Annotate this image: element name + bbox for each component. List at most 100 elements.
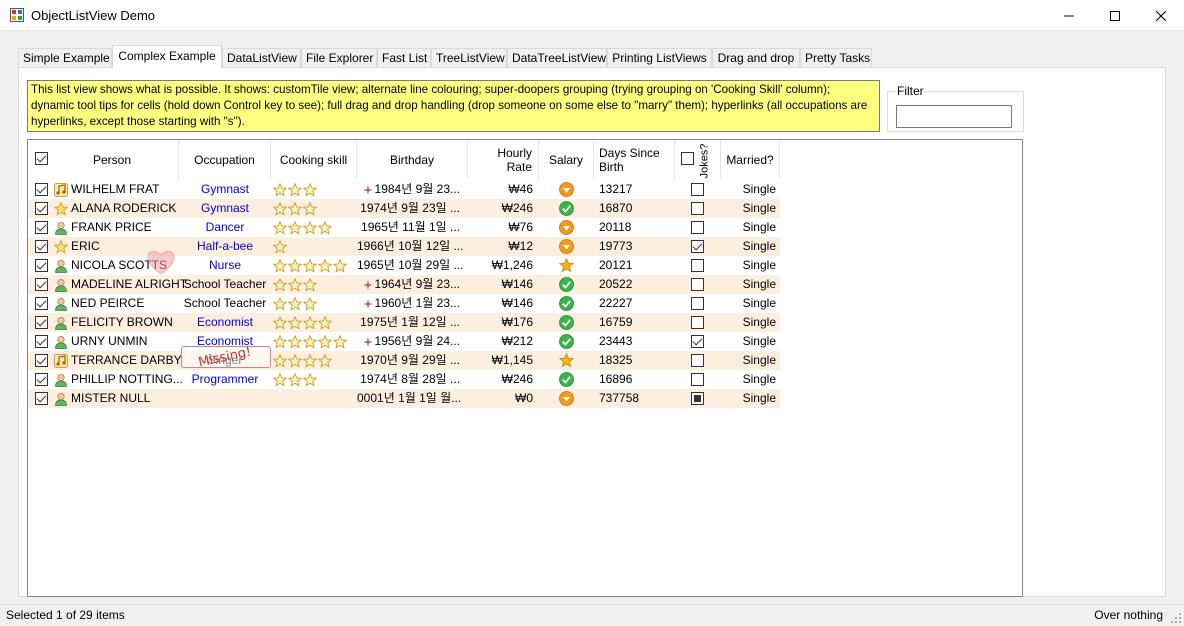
maximize-button[interactable] [1092, 0, 1138, 31]
table-row[interactable]: MISTER NULL 0001년 1월 1일 월... ₩0 737758 Singl… [28, 389, 780, 408]
cell-occupation[interactable]: Gymnast [179, 199, 271, 218]
object-list-view[interactable]: Person Occupation Cooking skill Birthday… [27, 139, 1023, 597]
jokes-checkbox[interactable] [691, 240, 704, 253]
column-header-person[interactable]: Person [28, 140, 179, 179]
star-icon [317, 353, 333, 368]
cell-occupation[interactable]: Nurse [179, 256, 271, 275]
star-icon [272, 372, 288, 387]
column-header-salary[interactable]: Salary [539, 140, 594, 179]
cell-occupation[interactable]: Gymnast [179, 180, 271, 199]
row-checkbox[interactable] [35, 259, 48, 272]
tab-pretty-tasks[interactable]: Pretty Tasks [800, 48, 872, 68]
jokes-checkbox[interactable] [691, 221, 704, 234]
cell-hourly-rate: ₩76 [508, 220, 533, 234]
tab-datatreelistview[interactable]: DataTreeListView [507, 48, 607, 68]
person-icon [55, 297, 67, 311]
tab-simple-example[interactable]: Simple Example [18, 48, 112, 68]
cell-occupation[interactable]: Programmer [179, 370, 271, 389]
jokes-checkbox[interactable] [691, 202, 704, 215]
close-button[interactable] [1138, 0, 1184, 31]
table-row[interactable]: PHILLIP NOTTING... Programmer 1974년 8월 28일… [28, 370, 780, 389]
table-row[interactable]: MADELINE ALRIGHT School Teacher 1964년 9월 2… [28, 275, 780, 294]
table-row[interactable]: FRANK PRICE Dancer 1965년 11월 1일 ... ₩76 2011… [28, 218, 780, 237]
column-header-cooking-skill[interactable]: Cooking skill [271, 140, 357, 179]
tab-treelistview[interactable]: TreeListView [431, 48, 507, 68]
row-checkbox[interactable] [35, 392, 48, 405]
filter-input[interactable] [896, 105, 1012, 128]
table-row[interactable]: TERRANCE DARBYSinger1970년 9월 29일 ...₩1,1… [28, 351, 780, 370]
cell-salary [539, 275, 594, 294]
minimize-icon [1064, 15, 1074, 16]
cell-salary [539, 237, 594, 256]
column-header-birthday[interactable]: Birthday [357, 140, 468, 179]
tab-datalistview[interactable]: DataListView [222, 48, 301, 68]
cell-occupation[interactable]: Economist [179, 313, 271, 332]
column-header-married[interactable]: Married? [721, 140, 780, 179]
jokes-checkbox[interactable] [691, 278, 704, 291]
table-row[interactable]: WILHELM FRAT Gymnast 1984년 9월 23... ₩46 1321… [28, 180, 780, 199]
occupation-link[interactable]: Gymnast [201, 201, 249, 215]
star-icon [302, 353, 318, 368]
cell-married: Single [742, 372, 776, 386]
header-jokes-checkbox[interactable] [681, 152, 694, 165]
jokes-checkbox[interactable] [691, 373, 704, 386]
occupation-link[interactable]: Dancer [206, 220, 245, 234]
cell-occupation[interactable]: Half-a-bee [179, 237, 271, 256]
row-checkbox[interactable] [35, 202, 48, 215]
column-header-days-since-birth[interactable]: Days Since Birth [594, 140, 675, 179]
occupation-link[interactable]: Nurse [209, 258, 241, 272]
occupation-link[interactable]: Half-a-bee [197, 239, 253, 253]
column-header-occupation[interactable]: Occupation [179, 140, 271, 179]
jokes-checkbox[interactable] [691, 335, 704, 348]
table-row[interactable]: URNY UNMIN Economist 1956년 9월 24... ₩212 234… [28, 332, 780, 351]
cell-person: TERRANCE DARBY [28, 351, 182, 370]
jokes-checkbox[interactable] [691, 392, 704, 405]
table-row[interactable]: NED PEIRCE School Teacher 1960년 1월 23... ₩1… [28, 294, 780, 313]
resize-grip-icon[interactable] [1170, 612, 1182, 624]
cell-hourly-rate: ₩212 [501, 334, 533, 348]
jokes-checkbox[interactable] [691, 183, 704, 196]
jokes-checkbox[interactable] [691, 259, 704, 272]
tab-complex-example[interactable]: Complex Example [112, 45, 222, 68]
table-row[interactable]: NICOLA SCOTTS Nurse 1965년 10월 29일 ... ₩1,24… [28, 256, 780, 275]
occupation-link[interactable]: Economist [197, 315, 253, 329]
row-checkbox[interactable] [35, 183, 48, 196]
cell-person: FELICITY BROWN [28, 313, 179, 332]
tab-drag-and-drop[interactable]: Drag and drop [712, 48, 800, 68]
tab-printing-listviews[interactable]: Printing ListViews [607, 48, 712, 68]
column-label: Married? [726, 152, 774, 167]
person-name: WILHELM FRAT [71, 182, 160, 196]
table-row[interactable]: ERIC Half-a-bee 1966년 10월 12일 ... ₩12 19773 S… [28, 237, 780, 256]
check-circle-icon [559, 201, 574, 216]
check-circle-icon [559, 315, 574, 330]
filter-group: Filter [887, 84, 1024, 132]
row-checkbox[interactable] [35, 297, 48, 310]
cell-occupation [179, 389, 271, 408]
cell-person: NED PEIRCE [28, 294, 179, 313]
cell-occupation[interactable]: Dancer [179, 218, 271, 237]
cell-salary [539, 199, 594, 218]
cell-birthday: 1965년 11월 1일 ... [357, 218, 468, 237]
column-header-jokes[interactable]: Jokes? [675, 140, 721, 179]
jokes-checkbox[interactable] [691, 297, 704, 310]
tab-label: Complex Example [118, 49, 216, 63]
row-checkbox[interactable] [35, 316, 48, 329]
table-row[interactable]: ALANA RODERICK Gymnast 1974년 9월 23일 ... ₩24… [28, 199, 780, 218]
row-checkbox[interactable] [35, 335, 48, 348]
occupation-link[interactable]: Programmer [192, 372, 259, 386]
row-checkbox[interactable] [35, 354, 48, 367]
tab-file-explorer[interactable]: File Explorer [301, 48, 377, 68]
row-checkbox[interactable] [35, 373, 48, 386]
cell-hourly-rate: ₩146 [501, 296, 533, 310]
tab-fast-list[interactable]: Fast List [377, 48, 431, 68]
row-checkbox[interactable] [35, 240, 48, 253]
minimize-button[interactable] [1046, 0, 1092, 31]
jokes-checkbox[interactable] [691, 316, 704, 329]
occupation-link[interactable]: Gymnast [201, 182, 249, 196]
row-checkbox[interactable] [35, 221, 48, 234]
row-checkbox[interactable] [35, 278, 48, 291]
column-header-hourly-rate[interactable]: Hourly Rate [468, 140, 539, 179]
jokes-checkbox[interactable] [691, 354, 704, 367]
table-row[interactable]: FELICITY BROWN Economist 1975년 1월 12일 ... ₩… [28, 313, 780, 332]
header-select-all-checkbox[interactable] [35, 152, 48, 165]
